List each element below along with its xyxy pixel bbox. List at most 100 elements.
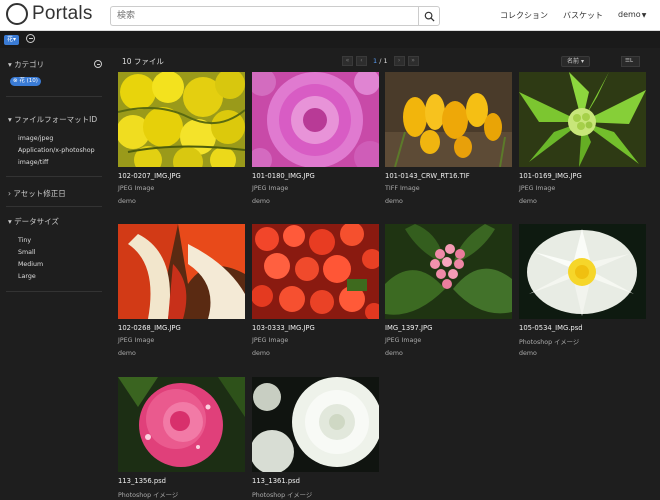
asset-name[interactable]: 103-0333_IMG.JPG: [252, 324, 379, 334]
asset-card[interactable]: 101-0169_IMG.JPG JPEG Image demo: [519, 72, 646, 207]
asset-type: Photoshop イメージ: [519, 339, 580, 346]
asset-owner: demo: [118, 198, 136, 205]
camellia-flower-image: [118, 377, 245, 472]
collapse-filters-icon[interactable]: [26, 34, 35, 43]
facet-format-option[interactable]: image/jpeg: [18, 135, 53, 142]
sort-label: 名前: [567, 58, 580, 65]
search-icon: [424, 11, 435, 22]
asset-type: JPEG Image: [252, 185, 289, 192]
divider: [6, 96, 102, 97]
nav-basket-link[interactable]: バスケット: [563, 10, 603, 21]
asset-name[interactable]: 101-0143_CRW_RT16.TIF: [385, 172, 512, 182]
next-page-button[interactable]: ›: [393, 56, 405, 66]
filter-strip: 花▾: [0, 31, 660, 48]
category-tag-flower[interactable]: ⊗ 花 (10): [10, 77, 41, 86]
asset-type: JPEG Image: [519, 185, 556, 192]
asset-thumbnail[interactable]: [252, 224, 379, 319]
prev-page-button[interactable]: ‹: [356, 56, 367, 66]
caret-down-icon: ▼: [641, 12, 647, 19]
search-bar: [110, 6, 440, 26]
asset-thumbnail[interactable]: [252, 377, 379, 472]
facet-modified-toggle[interactable]: › アセット修正日: [8, 188, 103, 199]
asset-owner: demo: [118, 350, 136, 357]
asset-card[interactable]: IMG_1397.JPG JPEG Image demo: [385, 224, 512, 359]
mimosa-flower-image: [118, 72, 245, 167]
caret-down-icon: ▾: [13, 36, 17, 43]
page-indicator: 1 / 1: [370, 57, 391, 65]
search-button[interactable]: [418, 6, 440, 26]
ornamental-kale-image: [252, 72, 379, 167]
divider: [6, 176, 102, 177]
asset-name[interactable]: 101-0180_IMG.JPG: [252, 172, 379, 182]
facet-size-option[interactable]: Medium: [18, 261, 43, 268]
remove-tag-icon: ⊗: [13, 78, 18, 84]
asset-type: JPEG Image: [385, 337, 422, 344]
asset-thumbnail[interactable]: [118, 224, 245, 319]
asset-name[interactable]: 105-0534_IMG.psd: [519, 324, 646, 334]
asset-thumbnail[interactable]: [385, 224, 512, 319]
asset-thumbnail[interactable]: [118, 72, 245, 167]
asset-name[interactable]: 101-0169_IMG.JPG: [519, 172, 646, 182]
asset-owner: demo: [519, 198, 537, 205]
active-filter-chip[interactable]: 花▾: [4, 35, 20, 45]
facet-format-option[interactable]: image/tiff: [18, 159, 48, 166]
asset-thumbnail[interactable]: [252, 72, 379, 167]
facet-category-toggle[interactable]: ▾ カテゴリ: [8, 59, 103, 70]
sort-dropdown[interactable]: 名前 ▾: [561, 56, 590, 67]
asset-grid-panel: 10 ファイル « ‹ 1 / 1 › » 名前 ▾ ☰L 102-0207_I…: [110, 48, 660, 500]
crocus-flower-image: [385, 72, 512, 167]
asset-type: JPEG Image: [118, 337, 155, 344]
asset-card[interactable]: 101-0143_CRW_RT16.TIF TIFF Image demo: [385, 72, 512, 207]
facet-format-option[interactable]: Application/x-photoshop: [18, 147, 95, 154]
asset-thumbnail[interactable]: [385, 72, 512, 167]
asset-card[interactable]: 103-0333_IMG.JPG JPEG Image demo: [252, 224, 379, 359]
asset-thumbnail[interactable]: [519, 224, 646, 319]
asset-card[interactable]: 101-0180_IMG.JPG JPEG Image demo: [252, 72, 379, 207]
view-size-label: L: [629, 58, 634, 64]
asset-card[interactable]: 105-0534_IMG.psd Photoshop イメージ demo: [519, 224, 646, 359]
asset-name[interactable]: 113_1356.psd: [118, 477, 245, 487]
asset-owner: demo: [385, 350, 403, 357]
red-blossoms-image: [252, 224, 379, 319]
facet-size-option[interactable]: Tiny: [18, 237, 31, 244]
user-menu[interactable]: demo▼: [618, 10, 646, 19]
asset-owner: demo: [385, 198, 403, 205]
collapse-sidebar-icon[interactable]: [94, 60, 102, 68]
last-page-button[interactable]: »: [407, 56, 419, 66]
file-count: 10 ファイル: [122, 57, 164, 66]
asset-type: JPEG Image: [252, 337, 289, 344]
green-plant-image: [519, 72, 646, 167]
asset-card[interactable]: 102-0207_IMG.JPG JPEG Image demo: [118, 72, 245, 207]
nav-collection-link[interactable]: コレクション: [500, 10, 548, 21]
facet-size-option[interactable]: Small: [18, 249, 36, 256]
current-page: 1: [373, 57, 378, 65]
facet-format-toggle[interactable]: ▾ ファイルフォーマットID: [8, 114, 103, 125]
asset-thumbnail[interactable]: [118, 377, 245, 472]
asset-card[interactable]: 113_1356.psd Photoshop イメージ: [118, 377, 245, 499]
asset-name[interactable]: IMG_1397.JPG: [385, 324, 512, 334]
facet-size-option[interactable]: Large: [18, 273, 36, 280]
view-size-button[interactable]: ☰L: [621, 56, 640, 67]
first-page-button[interactable]: «: [342, 56, 353, 66]
facet-size-toggle[interactable]: ▾ データサイズ: [8, 216, 103, 227]
facet-modified-heading: アセット修正日: [13, 189, 66, 198]
facet-format-heading: ファイルフォーマットID: [14, 115, 98, 124]
portals-logo[interactable]: Portals: [6, 3, 93, 25]
asset-card[interactable]: 113_1361.psd Photoshop イメージ: [252, 377, 379, 499]
divider: [6, 291, 102, 292]
pagination: « ‹ 1 / 1 › »: [342, 56, 419, 66]
tulip-flower-image: [118, 224, 245, 319]
pentas-flower-image: [385, 224, 512, 319]
app-header: Portals コレクション バスケット demo▼: [0, 0, 660, 31]
chrysanthemum-image: [252, 377, 379, 472]
asset-name[interactable]: 102-0268_IMG.JPG: [118, 324, 245, 334]
asset-owner: demo: [252, 350, 270, 357]
asset-card[interactable]: 102-0268_IMG.JPG JPEG Image demo: [118, 224, 245, 359]
asset-type: JPEG Image: [118, 185, 155, 192]
asset-name[interactable]: 102-0207_IMG.JPG: [118, 172, 245, 182]
asset-thumbnail[interactable]: [519, 72, 646, 167]
facet-category-heading: カテゴリ: [14, 60, 45, 69]
search-input[interactable]: [110, 6, 418, 26]
asset-name[interactable]: 113_1361.psd: [252, 477, 379, 487]
category-tag-label: 花 (10): [19, 78, 38, 84]
